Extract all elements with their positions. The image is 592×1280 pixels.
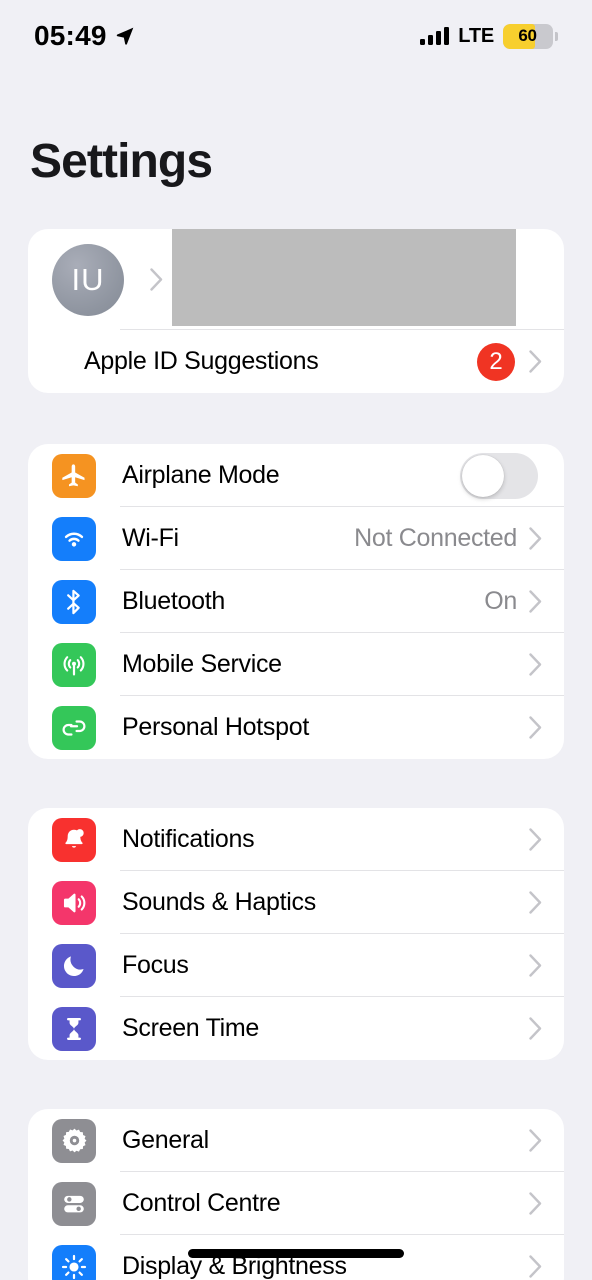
chevron-right-icon [529,653,542,676]
chevron-right-icon [529,716,542,739]
antenna-icon [52,642,96,687]
chevron-right-icon [529,828,542,851]
settings-row-screen-time[interactable]: Screen Time [28,997,564,1060]
page-title: Settings [30,135,213,188]
apple-id-suggestions-label: Apple ID Suggestions [84,347,319,375]
settings-row-bluetooth[interactable]: Bluetooth On [28,570,564,633]
settings-row-label: Wi-Fi [122,524,179,552]
status-bar: 05:49 LTE 60 [0,0,592,72]
status-bar-left: 05:49 [34,20,135,52]
redacted-name-block [172,229,516,326]
battery-indicator: 60 [503,23,558,49]
profile-card: IU Apple ID Suggestions 2 [28,229,564,393]
cellular-signal-icon [420,27,450,45]
speaker-icon [52,880,96,925]
settings-row-label: Airplane Mode [122,461,280,489]
status-bar-time: 05:49 [34,20,107,51]
settings-row-label: Focus [122,951,189,979]
settings-row-label: General [122,1126,209,1154]
settings-row-label: Control Centre [122,1189,281,1217]
airplane-mode-toggle[interactable] [460,452,538,499]
hourglass-icon [52,1006,96,1051]
gear-icon [52,1118,96,1163]
brightness-sun-icon [52,1244,96,1280]
connectivity-card: Airplane Mode Wi-Fi Not Connected Blueto… [28,444,564,759]
apple-id-row[interactable]: IU [28,229,564,330]
settings-row-label: Screen Time [122,1014,260,1042]
settings-row-focus[interactable]: Focus [28,934,564,997]
apple-id-suggestions-row[interactable]: Apple ID Suggestions 2 [28,330,564,393]
settings-row-label: Bluetooth [122,587,225,615]
chevron-right-icon [529,527,542,550]
chevron-right-icon [150,268,163,291]
wifi-status-value: Not Connected [354,524,517,552]
chevron-right-icon [529,1129,542,1152]
carrier-label: LTE [458,24,494,47]
status-bar-right: LTE 60 [420,23,558,49]
settings-row-wifi[interactable]: Wi-Fi Not Connected [28,507,564,570]
chevron-right-icon [529,1017,542,1040]
settings-row-control-centre[interactable]: Control Centre [28,1172,564,1235]
settings-row-label: Notifications [122,825,255,853]
battery-percent-label: 60 [518,26,537,45]
home-indicator [188,1249,404,1258]
settings-row-mobile-service[interactable]: Mobile Service [28,633,564,696]
settings-row-airplane-mode[interactable]: Airplane Mode [28,444,564,507]
sliders-icon [52,1181,96,1226]
avatar: IU [52,243,124,316]
chevron-right-icon [529,350,542,373]
chevron-right-icon [529,891,542,914]
wifi-icon [52,516,96,561]
settings-screen: 05:49 LTE 60 Settings IU Apple ID Sugges… [0,0,592,1280]
battery-body: 60 [503,23,553,49]
chevron-right-icon [529,1255,542,1278]
settings-row-label: Mobile Service [122,650,282,678]
settings-row-notifications[interactable]: Notifications [28,808,564,871]
bell-icon [52,817,96,862]
bluetooth-icon [52,579,96,624]
settings-row-label: Personal Hotspot [122,713,309,741]
settings-row-personal-hotspot[interactable]: Personal Hotspot [28,696,564,759]
chevron-right-icon [529,590,542,613]
settings-row-label: Sounds & Haptics [122,888,316,916]
moon-icon [52,943,96,988]
chevron-right-icon [529,954,542,977]
chevron-right-icon [529,1192,542,1215]
battery-cap [555,31,558,41]
toggle-knob [462,454,504,497]
airplane-icon [52,453,96,498]
location-arrow-icon [116,27,133,45]
settings-row-general[interactable]: General [28,1109,564,1172]
status-badge: 2 [477,342,515,381]
bluetooth-status-value: On [484,587,517,615]
settings-row-sounds-haptics[interactable]: Sounds & Haptics [28,871,564,934]
notifications-card: Notifications Sounds & Haptics Focus Scr… [28,808,564,1060]
hotspot-link-icon [52,705,96,750]
